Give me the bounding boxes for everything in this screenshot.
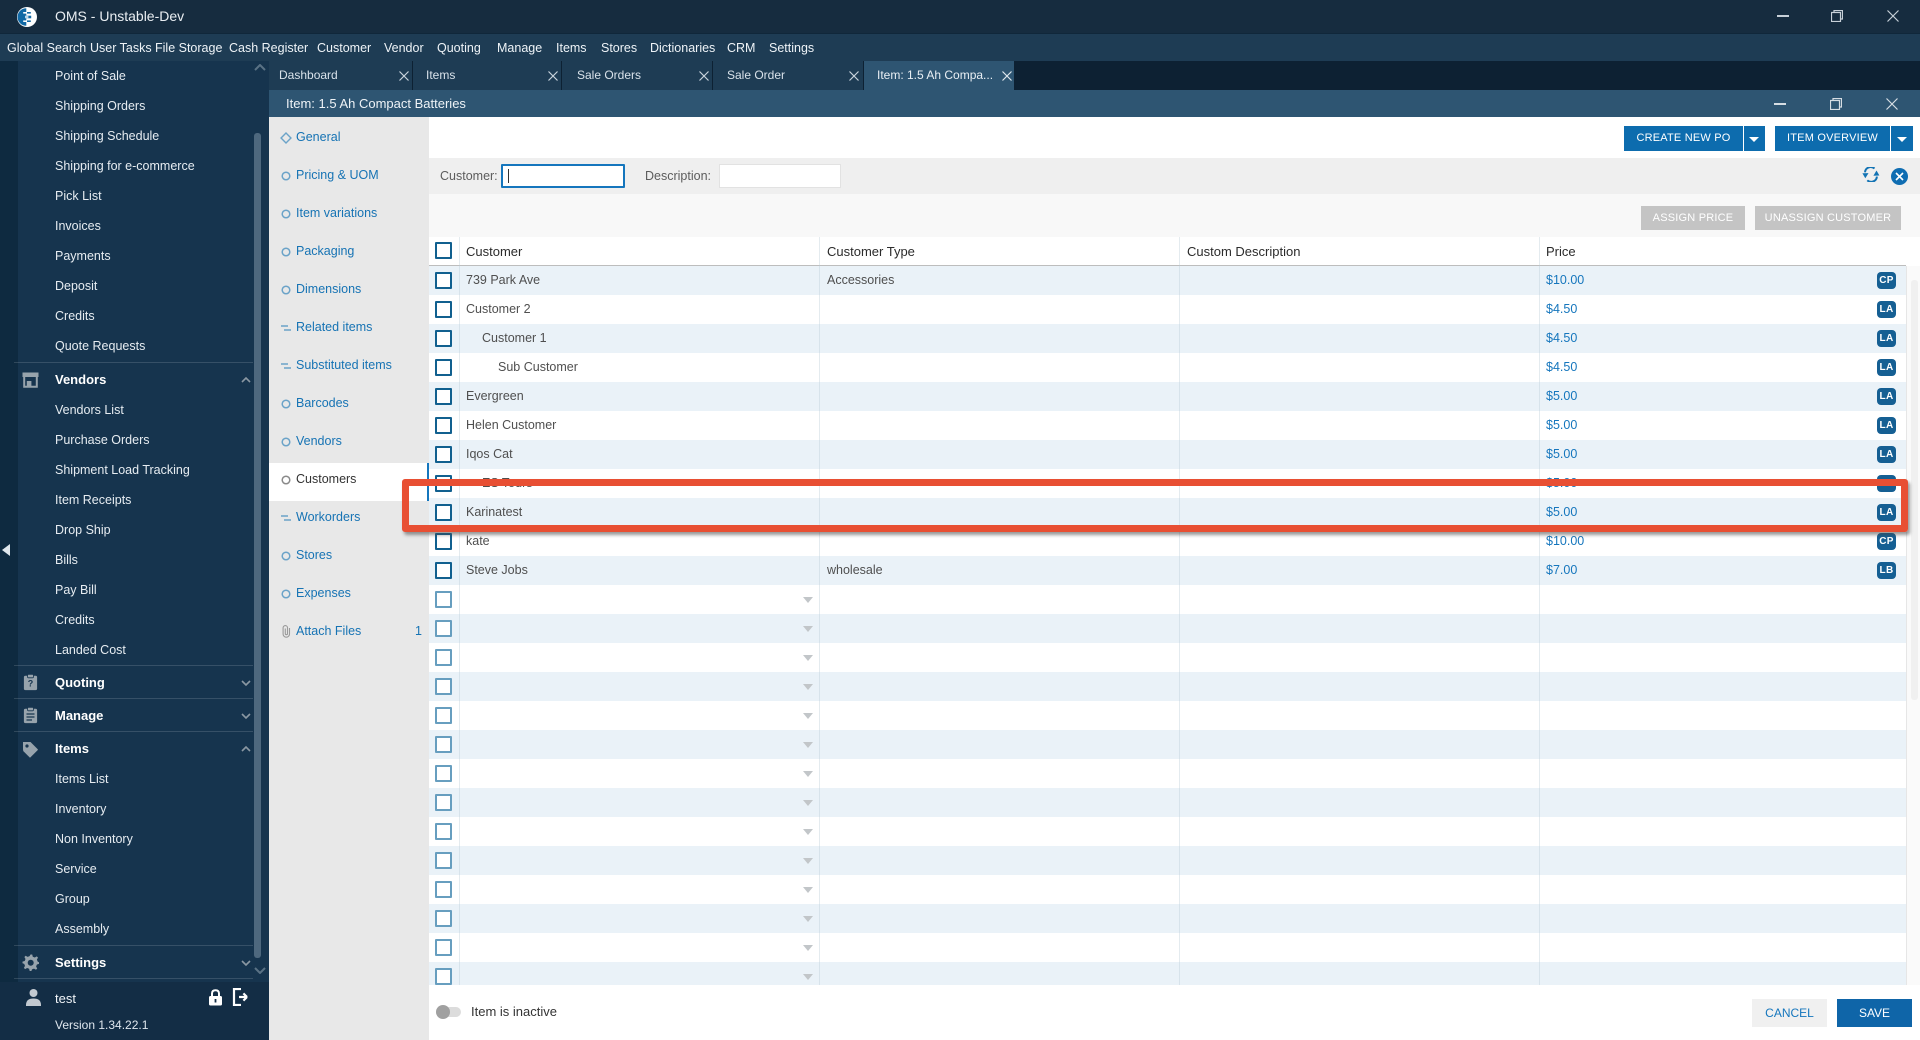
svg-text:?: ?	[28, 679, 34, 689]
